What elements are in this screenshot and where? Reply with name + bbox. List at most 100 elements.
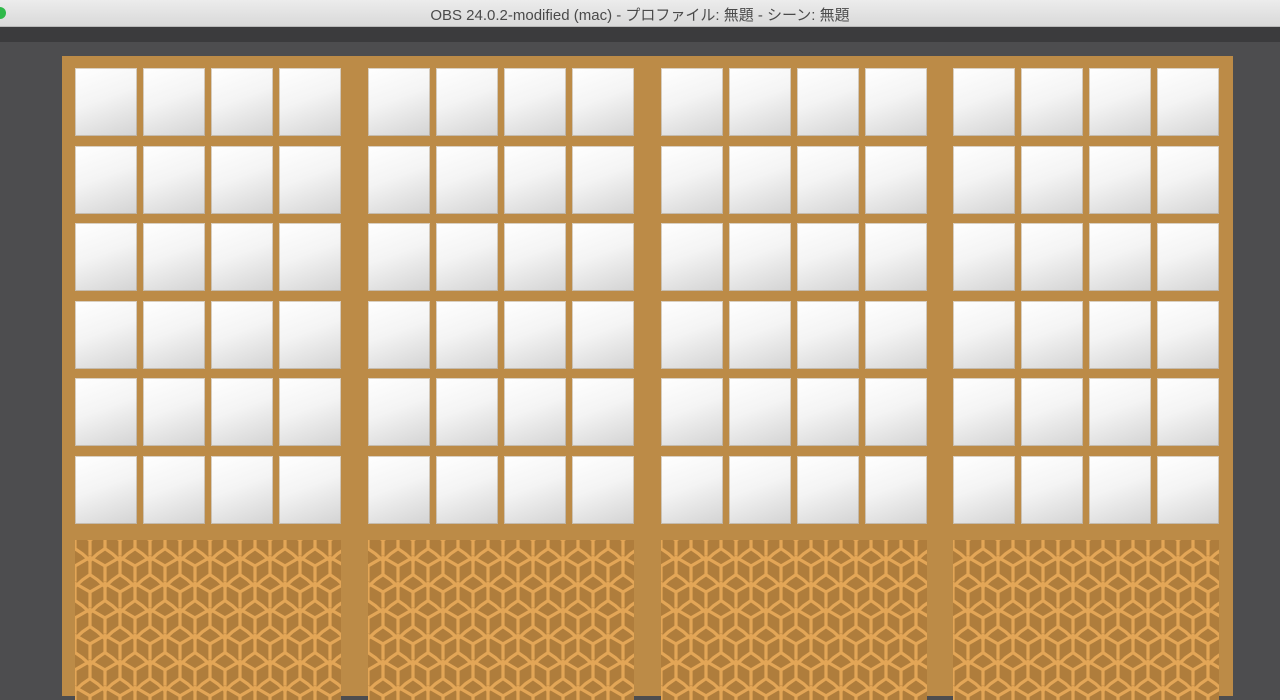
paper-pane [143,455,205,524]
lattice-motif [1205,555,1219,586]
paper-pane [1089,223,1151,291]
paper-pane [504,223,566,291]
paper-pane [75,455,137,524]
paper-pane [436,68,498,136]
lattice-motif [899,685,927,700]
paper-pane [865,300,927,369]
lattice-motif [516,685,548,700]
lattice-motif [312,633,341,667]
paper-pane [143,300,205,369]
lattice-motif [898,633,927,667]
lattice-pattern [75,540,341,700]
paper-pane [143,145,205,214]
lattice-motif [809,685,841,700]
lattice-motif [1205,607,1219,638]
window-titlebar[interactable]: OBS 24.0.2-modified (mac) - プロファイル: 無題 -… [0,0,1280,27]
lattice-motif [689,685,721,700]
kumiko-lattice [368,540,634,700]
paper-pane [729,223,791,291]
paper-pane [279,145,341,214]
lattice-motif [749,685,781,700]
preview-area[interactable] [0,42,1280,700]
lattice-motif [719,685,751,700]
lattice-motif [606,685,634,700]
lattice-motif [1190,581,1219,615]
paper-pane [865,223,927,291]
paper-pane [1089,455,1151,524]
lattice-motif [981,685,1013,700]
lattice-motif [396,685,428,700]
paper-pane [1157,223,1219,291]
scene-canvas[interactable] [62,56,1233,700]
paper-pane [865,455,927,524]
paper-pane [661,455,723,524]
paper-pane [368,455,430,524]
lattice-motif [486,685,518,700]
lattice-motif [605,633,634,667]
paper-pane [504,455,566,524]
paper-pane [729,145,791,214]
lattice-pattern [661,540,927,700]
toolbar-strip [0,27,1280,42]
lattice-motif [313,685,341,700]
lattice-motif [913,555,927,586]
lattice-motif [1191,685,1219,700]
lattice-motif [620,659,634,690]
lattice-motif [253,685,285,700]
paper-pane [1157,300,1219,369]
paper-pane [436,223,498,291]
paper-pane [865,378,927,446]
lattice-motif [426,685,458,700]
lattice-motif [1071,685,1103,700]
lattice-motif [456,685,488,700]
lattice-pattern [368,540,634,700]
lattice-motif [576,685,608,700]
lattice-motif [368,685,398,700]
lattice-motif [75,685,105,700]
paper-pane [279,68,341,136]
paper-pane [143,68,205,136]
paper-pane [75,378,137,446]
paper-pane [368,223,430,291]
paper-pane [279,455,341,524]
paper-pane [504,68,566,136]
paper-pane [729,300,791,369]
paper-pane [211,145,273,214]
lattice-motif [661,685,691,700]
paper-pane [368,68,430,136]
lattice-motif [327,607,341,638]
lattice-motif [779,685,811,700]
lattice-motif [839,685,871,700]
lattice-motif [75,660,93,693]
paper-pane [797,455,859,524]
lattice-motif [75,608,93,641]
lattice-motif [953,608,971,641]
lattice-motif [368,660,386,693]
window-title: OBS 24.0.2-modified (mac) - プロファイル: 無題 -… [430,7,850,24]
lattice-motif [620,555,634,586]
lattice-motif [368,556,386,590]
paper-pane [661,378,723,446]
paper-pane [572,378,634,446]
paper-pane [75,145,137,214]
paper-pane [953,378,1015,446]
paper-pane [1089,145,1151,214]
lattice-motif [193,685,225,700]
paper-pane [1021,223,1083,291]
lattice-motif [605,581,634,615]
paper-pane [953,68,1015,136]
kumiko-lattice [661,540,927,700]
paper-pane [865,145,927,214]
paper-pane [211,68,273,136]
paper-pane [572,455,634,524]
lattice-motif [1161,685,1193,700]
lattice-motif [620,607,634,638]
paper-pane [953,223,1015,291]
paper-pane [1021,455,1083,524]
paper-pane [279,300,341,369]
lattice-motif [327,555,341,586]
lattice-motif [1041,685,1073,700]
paper-pane [661,300,723,369]
lattice-motif [223,685,255,700]
lattice-motif [913,607,927,638]
